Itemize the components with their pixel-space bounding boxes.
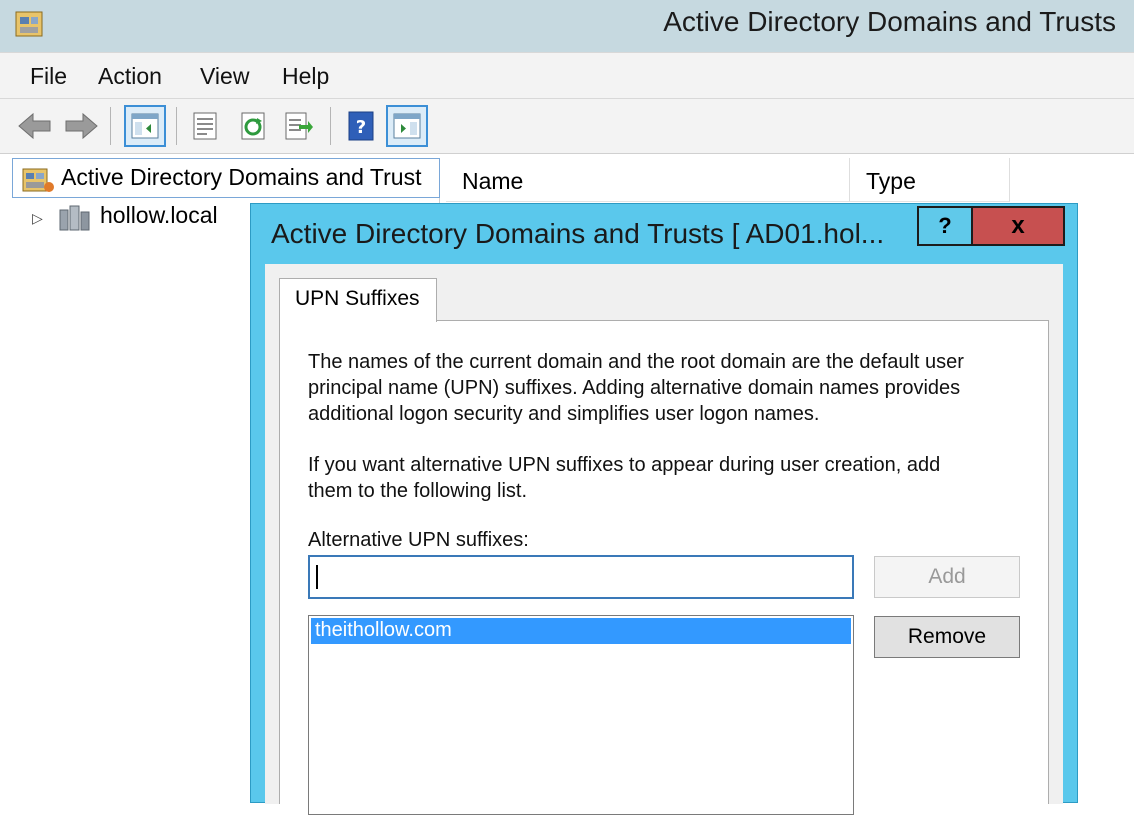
tree-root-node[interactable]: Active Directory Domains and Trust xyxy=(12,158,440,198)
description-line-2: principal name (UPN) suffixes. Adding al… xyxy=(308,377,961,399)
column-header-type[interactable]: Type xyxy=(850,158,1010,202)
list-item[interactable]: theithollow.com xyxy=(311,618,851,644)
upn-suffixes-dialog: Active Directory Domains and Trusts [ AD… xyxy=(250,203,1078,815)
remove-button[interactable]: Remove xyxy=(874,616,1020,658)
dialog-help-button[interactable]: ? xyxy=(917,206,973,246)
refresh-icon[interactable] xyxy=(232,105,274,147)
forward-arrow-icon[interactable] xyxy=(60,105,102,147)
back-arrow-icon[interactable] xyxy=(14,105,56,147)
menu-view[interactable]: View xyxy=(200,63,249,90)
instruction-line-1: If you want alternative UPN suffixes to … xyxy=(308,454,941,476)
toolbar-separator xyxy=(330,107,331,145)
toolbar-separator xyxy=(110,107,111,145)
help-icon[interactable]: ? xyxy=(340,105,382,147)
add-button[interactable]: Add xyxy=(874,556,1020,598)
show-hide-tree-icon[interactable] xyxy=(124,105,166,147)
tab-upn-suffixes[interactable]: UPN Suffixes xyxy=(279,278,437,322)
tree-domain-label[interactable]: hollow.local xyxy=(100,202,218,229)
menu-bar: File Action View Help xyxy=(0,52,1134,99)
menu-help[interactable]: Help xyxy=(282,63,329,90)
export-list-icon[interactable] xyxy=(278,105,320,147)
expand-arrow-icon[interactable]: ▷ xyxy=(32,210,43,227)
menu-action[interactable]: Action xyxy=(98,63,162,90)
domain-icon xyxy=(56,202,92,234)
dialog-body: UPN Suffixes The names of the current do… xyxy=(265,264,1063,815)
toolbar-separator xyxy=(176,107,177,145)
ad-domains-app-icon[interactable] xyxy=(14,8,46,40)
alternative-upn-label: Alternative UPN suffixes: xyxy=(308,529,529,551)
window-title: Active Directory Domains and Trusts xyxy=(663,6,1116,37)
toolbar: ? xyxy=(0,99,1134,154)
menu-file[interactable]: File xyxy=(30,63,67,90)
description-line-3: additional logon security and simplifies… xyxy=(308,403,820,425)
tab-panel: The names of the current domain and the … xyxy=(279,320,1049,815)
upn-suffix-list[interactable]: theithollow.com xyxy=(308,615,854,815)
svg-text:?: ? xyxy=(356,117,366,138)
instruction-line-2: them to the following list. xyxy=(308,480,527,502)
text-caret xyxy=(316,565,318,589)
list-header: Name Type xyxy=(446,158,1134,202)
description-line-1: The names of the current domain and the … xyxy=(308,351,964,373)
dialog-close-button[interactable]: x xyxy=(973,206,1065,246)
ad-domains-icon xyxy=(21,163,55,195)
upn-suffix-input[interactable] xyxy=(308,555,854,599)
properties-icon[interactable] xyxy=(184,105,226,147)
tree-root-label: Active Directory Domains and Trust xyxy=(61,164,422,190)
column-header-name[interactable]: Name xyxy=(446,158,850,202)
title-bar: Active Directory Domains and Trusts xyxy=(0,0,1134,52)
dialog-title: Active Directory Domains and Trusts [ AD… xyxy=(271,218,885,249)
show-hide-action-pane-icon[interactable] xyxy=(386,105,428,147)
